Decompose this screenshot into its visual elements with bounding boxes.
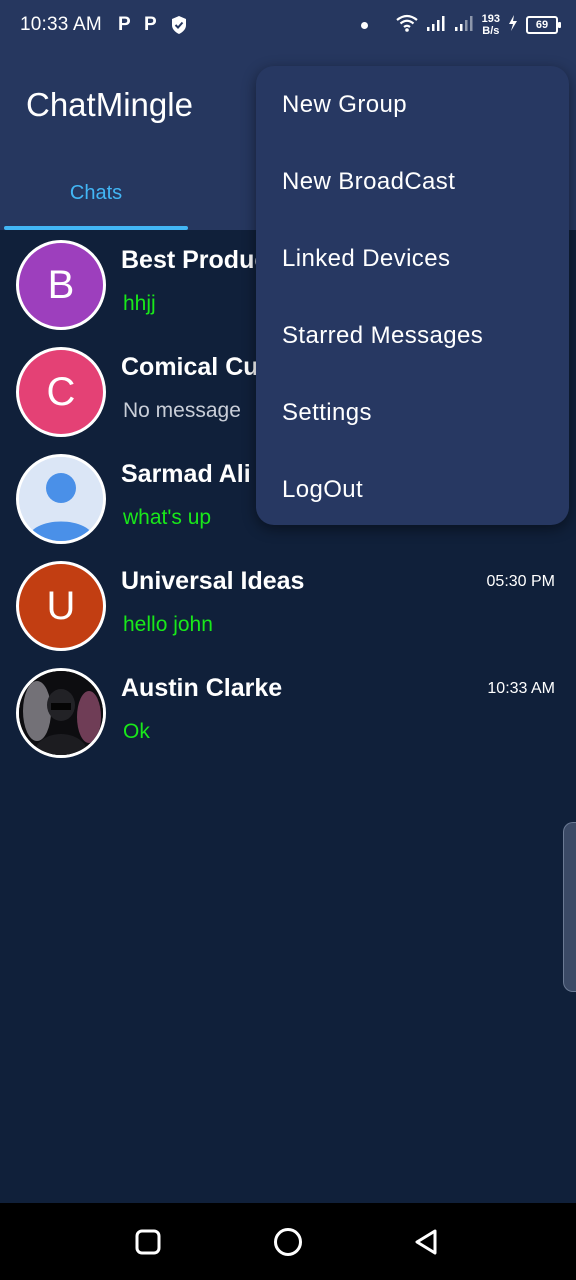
menu-item-new-broadcast[interactable]: New BroadCast xyxy=(256,143,569,220)
net-speed-unit: B/s xyxy=(482,25,500,37)
avatar[interactable] xyxy=(16,668,106,758)
menu-item-new-group[interactable]: New Group xyxy=(256,66,569,143)
status-left-icons: P P xyxy=(118,14,188,36)
chat-last-message: hello john xyxy=(123,613,213,636)
tab-chats[interactable]: Chats xyxy=(4,164,188,230)
chat-name: Austin Clarke xyxy=(121,674,283,702)
chat-last-message: hhjj xyxy=(123,292,156,315)
chat-name: Sarmad Ali xyxy=(121,460,251,488)
chat-name: Universal Ideas xyxy=(121,567,305,595)
parking-icon: P xyxy=(118,14,131,35)
menu-item-settings[interactable]: Settings xyxy=(256,374,569,451)
menu-item-linked-devices[interactable]: Linked Devices xyxy=(256,220,569,297)
home-circle-icon[interactable] xyxy=(273,1227,303,1257)
recents-square-icon[interactable] xyxy=(133,1227,163,1257)
chat-last-message: No message xyxy=(123,399,241,422)
screen: 10:33 AM P P 193 B/s 69 ChatMingle Chats… xyxy=(0,0,576,1280)
dot-icon xyxy=(360,21,368,29)
net-speed: 193 B/s xyxy=(482,13,500,37)
scroll-handle[interactable] xyxy=(563,822,576,992)
status-right: 193 B/s 69 xyxy=(360,10,561,40)
chat-row-universal-ideas[interactable]: U Universal Ideas hello john 05:30 PM xyxy=(0,551,576,658)
chat-name: Best Produc xyxy=(121,246,269,274)
chat-time: 10:33 AM xyxy=(487,680,555,697)
avatar[interactable]: U xyxy=(16,561,106,651)
battery-icon: 69 xyxy=(526,16,561,34)
chat-row-austin-clarke[interactable]: Austin Clarke Ok 10:33 AM xyxy=(0,658,576,765)
nav-bar xyxy=(0,1203,576,1280)
chat-last-message: what's up xyxy=(123,506,212,529)
status-bar: 10:33 AM P P 193 B/s 69 xyxy=(0,0,576,52)
status-time: 10:33 AM xyxy=(20,14,102,35)
charging-icon xyxy=(508,14,518,36)
avatar-letter: B xyxy=(47,263,75,307)
profile-photo-icon xyxy=(19,671,103,755)
menu-item-starred-messages[interactable]: Starred Messages xyxy=(256,297,569,374)
avatar-letter: U xyxy=(46,584,76,628)
chat-last-message: Ok xyxy=(123,720,150,743)
shield-check-icon xyxy=(170,15,188,35)
tab-label: Chats xyxy=(69,182,123,204)
default-person-icon xyxy=(19,457,103,541)
app-title: ChatMingle xyxy=(26,86,193,123)
avatar-letter: C xyxy=(46,370,76,414)
wifi-icon xyxy=(395,14,418,37)
avatar[interactable]: B xyxy=(16,240,106,330)
signal-icon xyxy=(454,14,474,37)
back-triangle-icon[interactable] xyxy=(412,1227,442,1257)
net-speed-value: 193 xyxy=(481,13,500,25)
avatar[interactable]: C xyxy=(16,347,106,437)
menu-item-logout[interactable]: LogOut xyxy=(256,451,569,528)
avatar[interactable] xyxy=(16,454,106,544)
signal-icon xyxy=(426,14,446,37)
chat-name: Comical Cu xyxy=(121,353,259,381)
overflow-menu: New Group New BroadCast Linked Devices S… xyxy=(256,66,569,525)
parking-icon: P xyxy=(144,14,157,35)
chat-time: 05:30 PM xyxy=(486,573,555,590)
